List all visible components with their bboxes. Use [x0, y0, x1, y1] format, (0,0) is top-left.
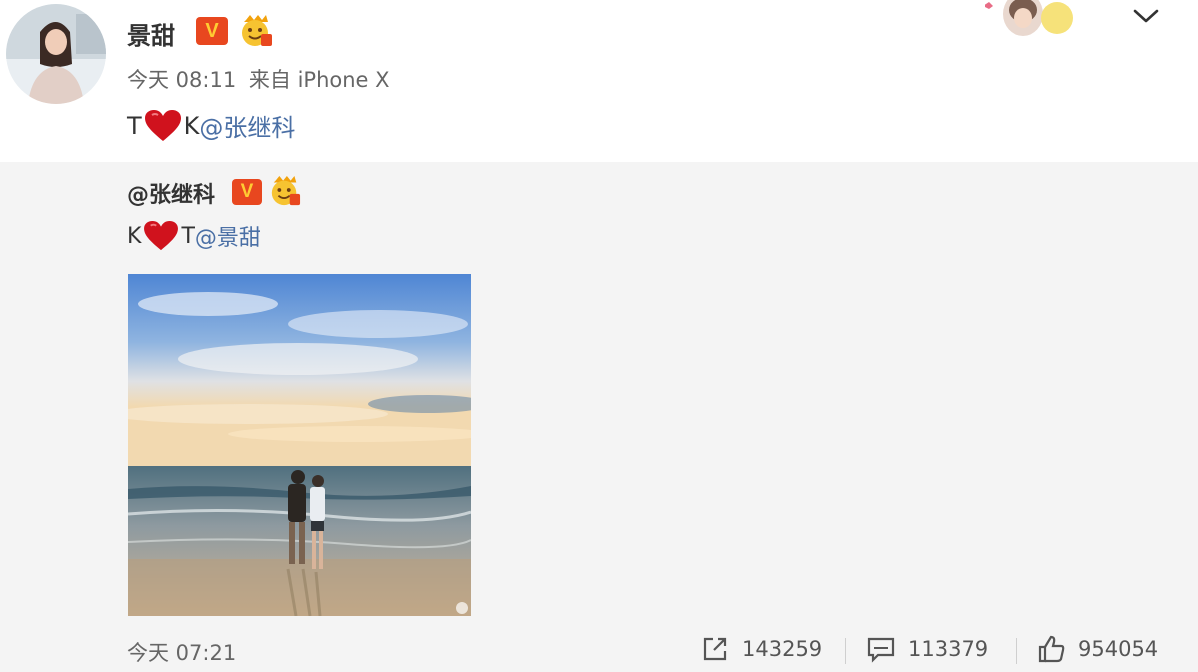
- post-content: T K @张继科: [127, 108, 295, 143]
- mention-link[interactable]: @景甜: [195, 220, 261, 252]
- share-button[interactable]: 143259: [700, 632, 822, 666]
- weibo-post: 景甜 V 今天 08:11 来自 iPhone X T K @张继科: [0, 0, 1198, 162]
- post-source: 来自 iPhone X: [248, 68, 390, 92]
- content-prefix: K: [127, 223, 142, 249]
- content-prefix: T: [127, 111, 142, 140]
- divider: [1016, 638, 1017, 664]
- vip-emoji-icon: [238, 14, 274, 48]
- repost-time[interactable]: 今天 07:21: [127, 637, 236, 667]
- verified-v-icon: V: [232, 179, 262, 205]
- top-right-decoration: [985, 0, 1080, 36]
- post-meta: 今天 08:11 来自 iPhone X: [127, 64, 390, 94]
- mention-link[interactable]: @张继科: [199, 108, 295, 143]
- repost-username[interactable]: @张继科: [127, 177, 215, 209]
- comment-icon: [867, 637, 895, 663]
- chevron-down-icon[interactable]: [1130, 4, 1162, 26]
- share-count: 143259: [742, 637, 823, 661]
- avatar[interactable]: [6, 4, 106, 104]
- username[interactable]: 景甜: [127, 16, 175, 51]
- content-middle: T: [181, 223, 195, 249]
- post-time[interactable]: 今天 08:11: [127, 68, 236, 92]
- verified-v-icon: V: [196, 17, 228, 45]
- heart-icon: [144, 220, 179, 251]
- like-icon: [1038, 635, 1065, 663]
- repost-content: K T @景甜: [127, 220, 261, 252]
- comment-count: 113379: [908, 637, 989, 661]
- heart-icon: [144, 109, 181, 141]
- like-count: 954054: [1078, 637, 1159, 661]
- like-button[interactable]: 954054: [1036, 632, 1158, 666]
- repost-card: @张继科 V K T @景甜 今天 07:21 143259 113379 95…: [0, 162, 1198, 672]
- post-photo[interactable]: [128, 274, 471, 616]
- share-icon: [703, 637, 727, 661]
- divider: [845, 638, 846, 664]
- content-middle: K: [183, 111, 200, 140]
- vip-emoji-icon: [268, 175, 302, 207]
- comment-button[interactable]: 113379: [866, 632, 988, 666]
